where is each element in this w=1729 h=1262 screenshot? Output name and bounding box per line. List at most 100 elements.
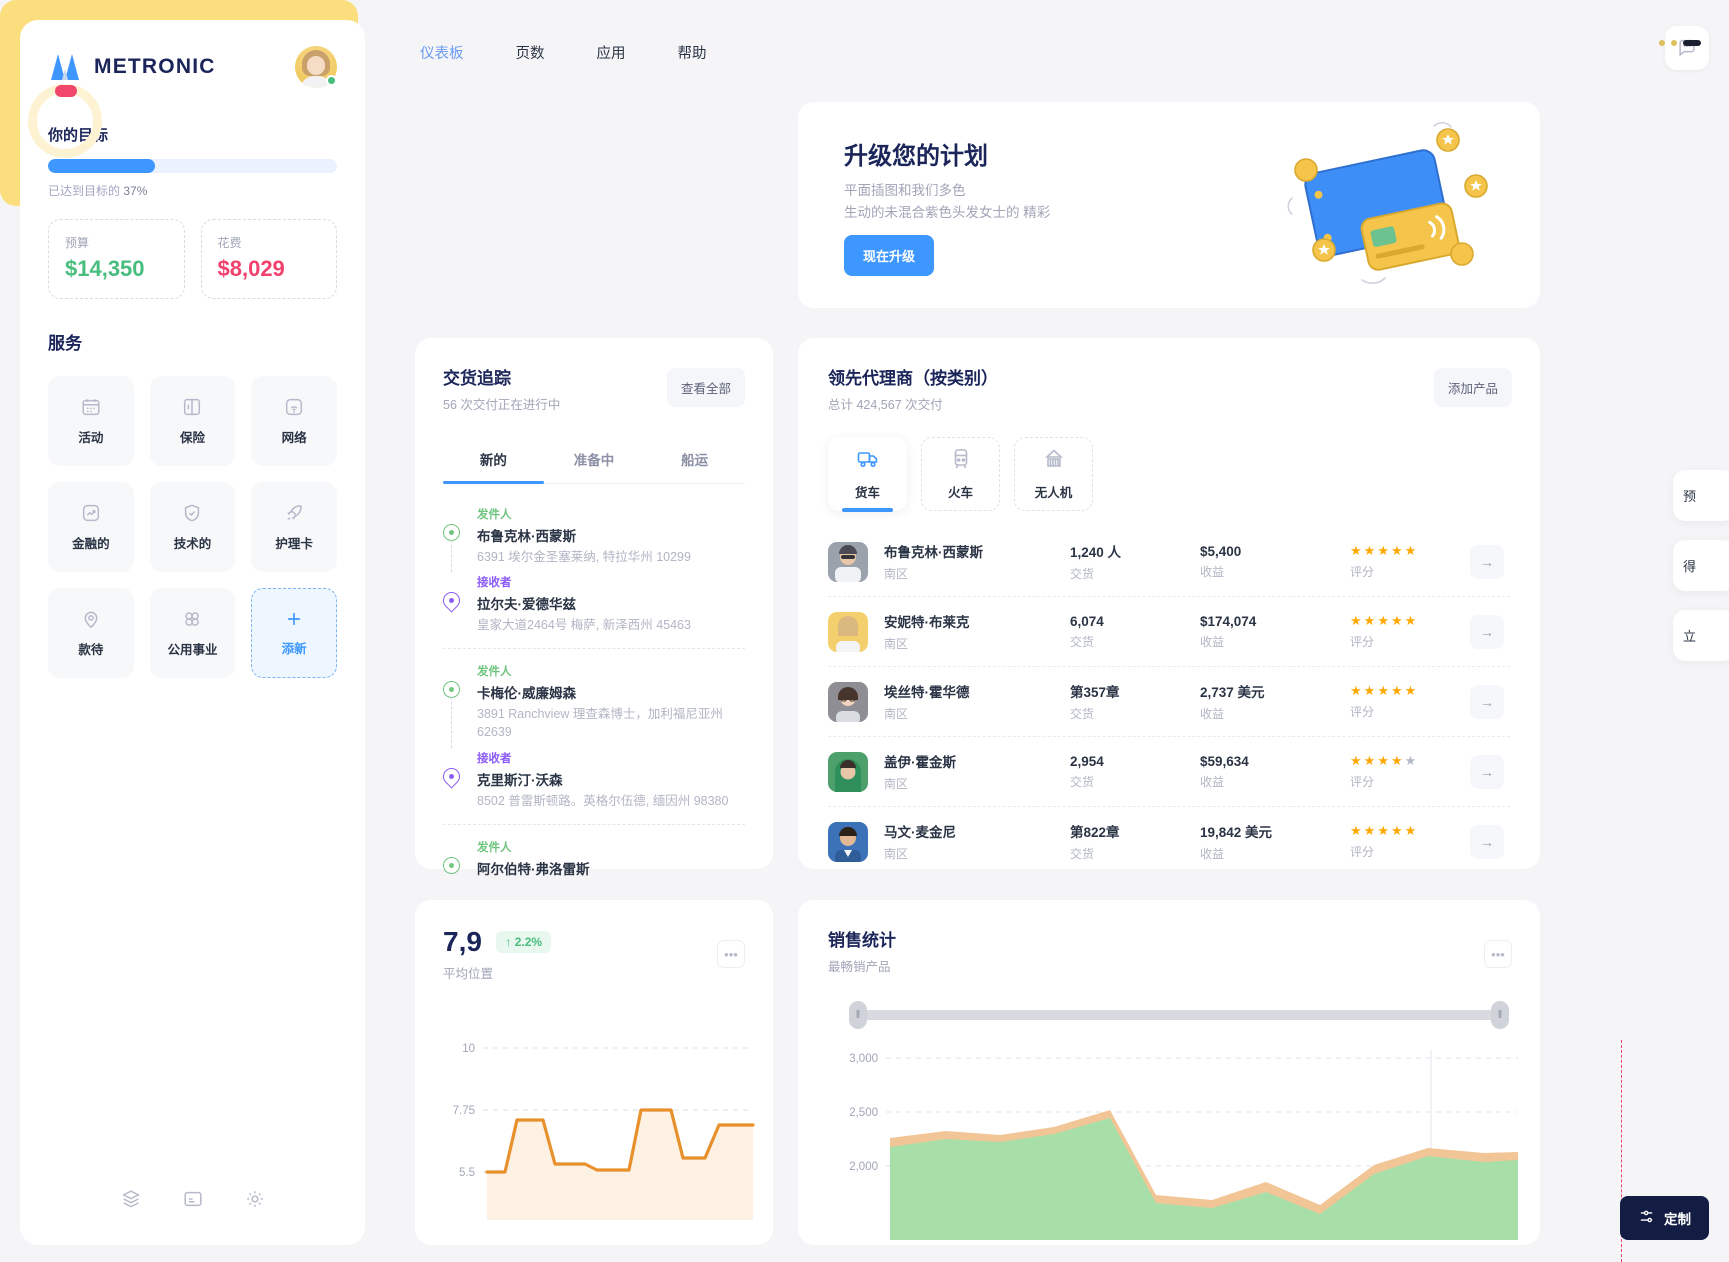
agents-title: 领先代理商（按类别） [828, 369, 998, 388]
slider-handle-left[interactable]: ‖ [849, 1001, 867, 1029]
nav-item-help[interactable]: 帮助 [670, 38, 715, 67]
service-label: 款待 [78, 643, 104, 657]
position-header: 7,9 ↑ 2.2% [443, 926, 745, 958]
carousel-dot[interactable] [1659, 40, 1665, 46]
agent-identity: 埃丝特·霍华德 南区 [884, 681, 1070, 722]
sender-dot-icon [443, 856, 460, 874]
entry-address: 皇家大道2464号 梅萨, 新泽西州 45463 [477, 618, 691, 633]
agent-rating: ★ ★ ★ ★ ★ 评分 [1350, 543, 1470, 580]
revenue-label: 收益 [1200, 847, 1225, 861]
rating-label: 评分 [1350, 565, 1375, 579]
arrow-right-icon[interactable]: → [1470, 824, 1504, 859]
note-icon[interactable] [182, 1188, 204, 1215]
avatar [828, 681, 868, 722]
sender-dot-icon [443, 681, 460, 699]
service-tile-technology[interactable]: 技术的 [149, 482, 236, 572]
svg-text:7.75: 7.75 [453, 1105, 475, 1117]
peek-card-2[interactable]: 得 [1673, 540, 1729, 591]
service-label: 网络 [281, 431, 307, 445]
avatar [828, 611, 868, 652]
position-label: 平均位置 [443, 967, 494, 981]
stat-spent: 花费 $8,029 [200, 219, 337, 299]
tab-new[interactable]: 新的 [443, 439, 544, 484]
table-row[interactable]: 埃丝特·霍华德 南区 第357章 交货 2,737 美元 收益 ★ ★ ★ ★ ★ 评分… [828, 666, 1510, 736]
mode-drone[interactable]: 无人机 [1014, 437, 1093, 511]
carousel-dot-active[interactable] [1683, 40, 1701, 46]
avatar [828, 541, 868, 582]
tab-preparing[interactable]: 准备中 [544, 439, 645, 483]
slider-handle-right[interactable]: ‖ [1491, 1001, 1509, 1029]
stat-spent-value: $8,029 [217, 256, 285, 281]
view-all-button[interactable]: 查看全部 [666, 368, 745, 407]
tab-shipping[interactable]: 船运 [644, 439, 745, 483]
service-tile-activity[interactable]: 活动 [48, 376, 134, 466]
agent-revenue: 2,737 美元 收益 [1200, 681, 1350, 722]
nav-item-pages[interactable]: 页数 [508, 38, 553, 67]
star-rating: ★ ★ ★ ★ ★ [1350, 753, 1417, 768]
layers-icon[interactable] [120, 1188, 142, 1215]
goal-progress-label: 已达到目标的 37% [48, 182, 337, 199]
avatar [828, 821, 868, 862]
arrow-right-icon[interactable]: → [1470, 614, 1504, 649]
agent-rating: ★ ★ ★ ★ ★ 评分 [1350, 613, 1470, 650]
table-row[interactable]: 安妮特·布莱克 南区 6,074 交货 $174,074 收益 ★ ★ ★ ★ ★ 评分… [828, 596, 1510, 666]
nav-item-apps[interactable]: 应用 [589, 38, 634, 67]
revenue-value: $59,634 [1200, 753, 1249, 769]
add-product-button[interactable]: 添加产品 [1433, 368, 1512, 407]
entry-role: 接收者 [477, 577, 512, 590]
carousel-dot[interactable] [1671, 40, 1677, 46]
service-tile-add-new[interactable]: 添新 [251, 588, 337, 678]
brand[interactable]: METRONIC [48, 52, 216, 82]
avatar[interactable] [295, 46, 337, 88]
train-icon [949, 447, 973, 474]
services-title: 服务 [48, 334, 82, 353]
svg-text:2,000: 2,000 [849, 1161, 878, 1173]
agent-region: 南区 [884, 847, 909, 861]
revenue-label: 收益 [1200, 564, 1225, 579]
ellipsis-icon[interactable]: ••• [717, 940, 745, 968]
timeline-entry: 发件人 卡梅伦·威廉姆森 3891 Ranchview 理查森博士，加利福尼亚州… [443, 655, 745, 748]
agent-identity: 马文·麦金尼 南区 [884, 821, 1070, 862]
stat-spent-label: 花费 [217, 236, 242, 250]
table-row[interactable]: 马文·麦金尼 南区 第822章 交货 19,842 美元 收益 ★ ★ ★ ★ ★ 评分… [828, 806, 1510, 876]
range-slider[interactable]: ‖ ‖ [849, 1001, 1509, 1029]
course-carousel-dots[interactable] [1659, 40, 1701, 46]
svg-text:3,000: 3,000 [849, 1053, 878, 1065]
service-tile-finance[interactable]: 金融的 [48, 482, 134, 572]
entry-role: 发件人 [477, 509, 512, 521]
gear-icon[interactable] [244, 1188, 266, 1215]
service-tile-network[interactable]: 网络 [251, 376, 337, 466]
table-row[interactable]: 布鲁克林·西蒙斯 南区 1,240 人 交货 $5,400 收益 ★ ★ ★ ★ ★ 评… [828, 527, 1510, 596]
metronic-logo-icon [48, 52, 82, 82]
goal-progress-value: 37% [123, 184, 148, 198]
service-tile-insurance[interactable]: 保险 [149, 376, 236, 466]
nav-item-dashboard[interactable]: 仪表板 [412, 38, 472, 67]
revenue-label: 收益 [1200, 707, 1225, 721]
chat-icon[interactable] [1665, 26, 1709, 70]
mode-train[interactable]: 火车 [921, 437, 1000, 511]
customize-button[interactable]: 定制 [1620, 1196, 1709, 1240]
agent-region: 南区 [884, 707, 909, 721]
agent-region: 南区 [884, 567, 909, 581]
service-tile-carecard[interactable]: 护理卡 [251, 482, 337, 572]
table-row[interactable]: 盖伊·霍金斯 南区 2,954 交货 $59,634 收益 ★ ★ ★ ★ ★ 评分 → [828, 736, 1510, 806]
arrow-right-icon[interactable]: → [1470, 754, 1504, 789]
service-tile-hospitality[interactable]: 款待 [48, 588, 134, 678]
mode-truck[interactable]: 货车 [828, 437, 907, 512]
peek-card-1[interactable]: 预 [1673, 470, 1729, 521]
arrow-right-icon[interactable]: → [1470, 544, 1504, 579]
stat-budget-value: $14,350 [65, 256, 145, 281]
arrow-right-icon[interactable]: → [1470, 684, 1504, 719]
agent-identity: 安妮特·布莱克 南区 [884, 611, 1070, 652]
top-navigation: 仪表板 页数 应用 帮助 [412, 38, 715, 67]
agent-name: 埃丝特·霍华德 [884, 685, 970, 700]
peek-card-3[interactable]: 立 [1673, 610, 1729, 661]
agents-subtitle: 总计 424,567 次交付 [828, 398, 943, 412]
agent-deliveries: 6,074 交货 [1070, 614, 1200, 650]
upgrade-now-button[interactable]: 现在升级 [844, 235, 935, 276]
goal-progress-prefix: 已达到目标的 [48, 184, 121, 198]
service-tile-utilities[interactable]: 公用事业 [149, 588, 236, 678]
deliveries-label: 交货 [1070, 707, 1095, 721]
ellipsis-icon[interactable]: ••• [1484, 940, 1512, 968]
position-delta-badge: ↑ 2.2% [496, 931, 552, 953]
